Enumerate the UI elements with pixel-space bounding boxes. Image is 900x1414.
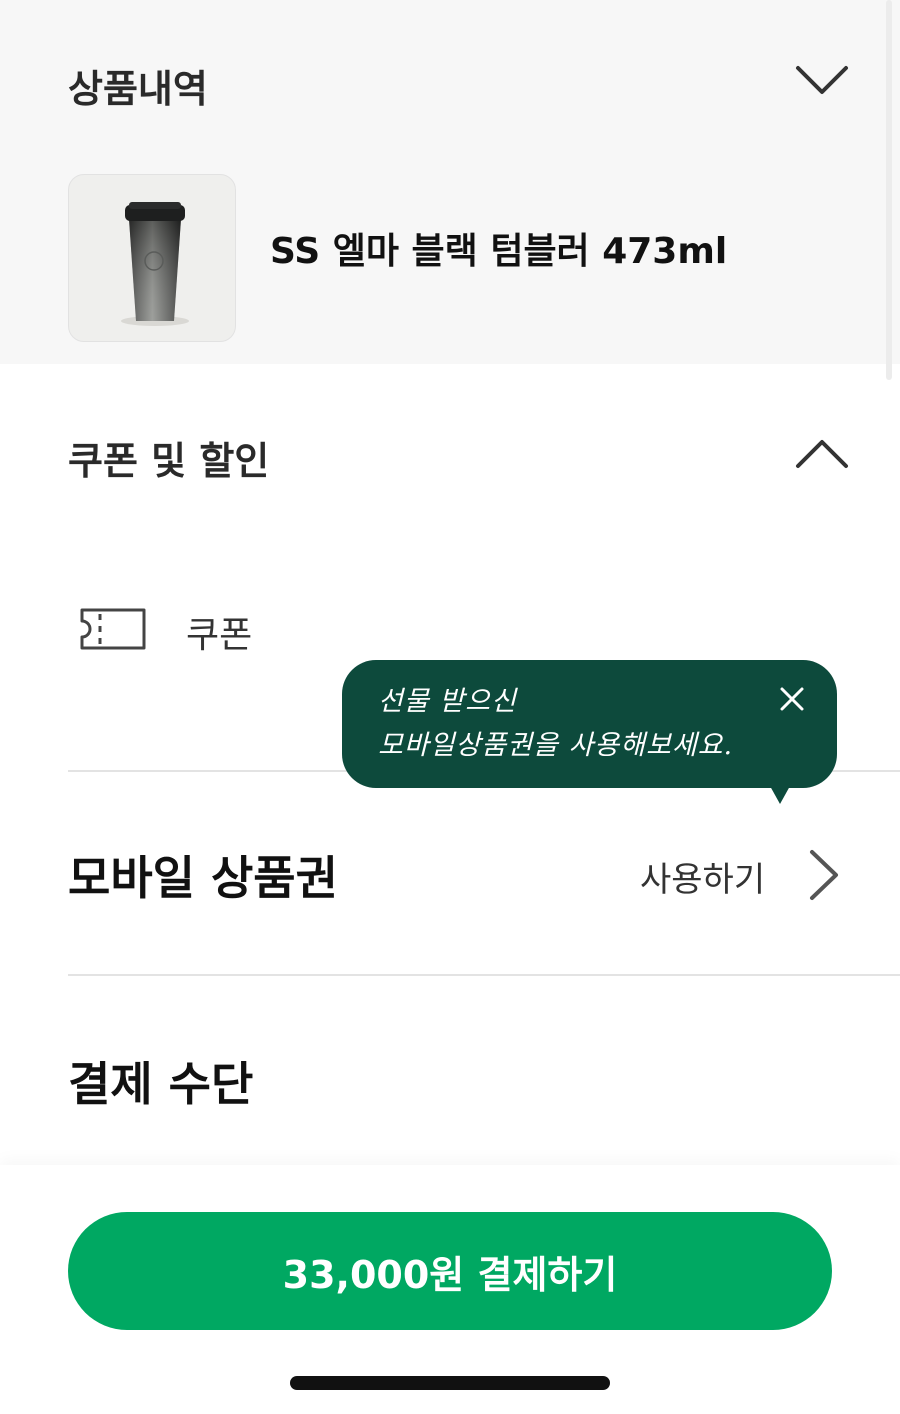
pay-button[interactable]: 33,000원 결제하기 [68,1212,832,1330]
gift-card-tooltip: 선물 받으신 모바일상품권을 사용해보세요. [342,660,837,788]
coupon-label: 쿠폰 [186,615,253,656]
order-summary-section: 상품내역 SS 엘마 블랙 텀블러 473ml [0,0,900,364]
chevron-down-icon[interactable] [794,64,850,96]
home-indicator [290,1376,610,1390]
gift-card-title: 모바일 상품권 [68,851,338,905]
tooltip-pointer [770,786,790,804]
payment-method-title: 결제 수단 [68,1057,254,1111]
order-section-title: 상품내역 [68,67,208,111]
product-name: SS 엘마 블랙 텀블러 473ml [270,231,728,272]
chevron-up-icon[interactable] [794,438,850,470]
divider [68,974,900,976]
product-thumbnail [68,174,236,342]
chevron-right-icon [810,850,838,900]
coupon-section-title: 쿠폰 및 할인 [68,439,270,483]
black-tumbler-image [121,202,189,326]
scrollbar[interactable] [886,0,892,380]
tooltip-text: 선물 받으신 모바일상품권을 사용해보세요. [378,686,734,761]
close-icon[interactable] [777,684,807,714]
ticket-icon [80,608,146,650]
coupon-row[interactable]: 쿠폰 [68,596,468,660]
use-gift-card-label: 사용하기 [640,860,766,900]
use-gift-card-button[interactable]: 사용하기 [640,846,850,906]
